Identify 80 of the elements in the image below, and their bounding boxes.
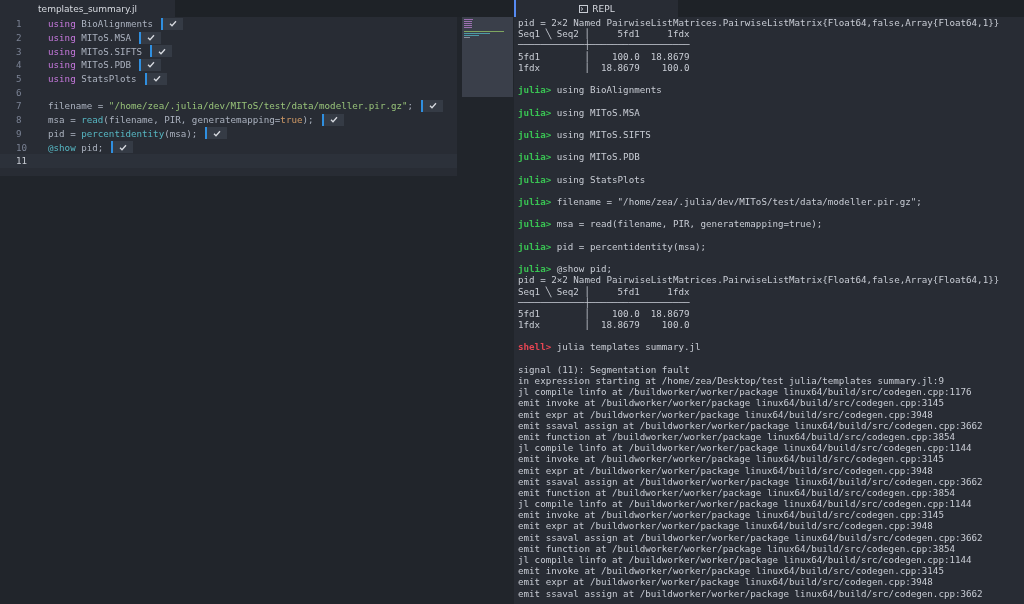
repl-output: emit function at /buildworker/worker/package linux64/build/src/codegen.cpp:3854 xyxy=(518,542,955,554)
line-number: 2 xyxy=(15,32,23,44)
repl-tab[interactable]: REPL xyxy=(514,0,678,17)
repl-line: julia> using MIToS.MSA xyxy=(518,106,641,118)
inline-result-badge[interactable] xyxy=(321,113,344,126)
repl-output: emit ssaval assign at /buildworker/worker/package linux64/build/src/codegen.cpp:3662 xyxy=(518,531,984,543)
repl-output: 5fd1 │ 100.0 18.8679 xyxy=(518,307,691,319)
check-icon xyxy=(429,102,438,110)
line-number: 6 xyxy=(15,86,23,98)
repl-line: julia> using MIToS.PDB xyxy=(518,151,641,163)
repl-line: julia> using BioAlignments xyxy=(518,84,663,96)
inline-result-badge[interactable] xyxy=(161,17,184,30)
inline-result-badge[interactable] xyxy=(205,127,228,140)
repl-output: signal (11): Segmentation fault xyxy=(518,363,691,375)
check-icon xyxy=(169,20,178,28)
repl-output: 1fdx │ 18.8679 100.0 xyxy=(518,319,691,331)
repl-output: emit ssaval assign at /buildworker/worker/package linux64/build/src/codegen.cpp:3662 xyxy=(518,475,984,487)
repl-line: shell> julia templates summary.jl xyxy=(518,341,702,353)
repl-line: julia> using MIToS.SIFTS xyxy=(518,128,652,141)
inline-result-badge[interactable] xyxy=(150,45,173,58)
repl-output: jl compile linfo at /buildworker/worker/package linux64/build/src/codegen.cpp:1144 xyxy=(518,498,973,510)
repl-output: 5fd1 │ 100.0 18.8679 xyxy=(518,50,691,62)
repl-output: 1fdx │ 18.8679 100.0 xyxy=(518,61,691,73)
inline-result-badge[interactable] xyxy=(111,141,134,154)
repl-line: julia> msa = read(filename, PIR, generatemapping=true); xyxy=(518,218,824,230)
inline-result-badge[interactable] xyxy=(421,99,444,112)
inline-result-badge[interactable] xyxy=(139,58,161,71)
line-number: 3 xyxy=(15,45,23,57)
repl-output: pid = 2×2 Named PairwiseListMatrices.PairwiseListMatrix{Float64,false,Array{Float64,1}} xyxy=(518,17,1001,28)
repl-output: ────────────┼────────────────── xyxy=(518,39,691,51)
line-number: 4 xyxy=(15,59,23,71)
repl-output: in expression starting at /home/zea/Desktop/test julia/templates summary.jl:9 xyxy=(518,375,945,387)
repl-output: emit function at /buildworker/worker/package linux64/build/src/codegen.cpp:3854 xyxy=(518,486,955,499)
line-number: 10 xyxy=(15,141,29,153)
code-line: @show pid; xyxy=(48,141,104,153)
code-line: using MIToS.SIFTS xyxy=(48,45,143,57)
code-editor[interactable] xyxy=(0,17,457,176)
minimap-drawing[interactable] xyxy=(462,17,513,97)
repl-output: Seq1 ╲ Seq2 │ 5fd1 1fdx xyxy=(518,28,691,40)
line-number: 7 xyxy=(15,100,23,112)
repl-output: emit invoke at /buildworker/worker/package linux64/build/src/codegen.cpp:3145 xyxy=(518,565,945,577)
check-icon xyxy=(329,116,338,124)
repl-output: jl compile linfo at /buildworker/worker/package linux64/build/src/codegen.cpp:1144 xyxy=(518,442,973,454)
repl-output: jl compile linfo at /buildworker/worker/package linux64/build/src/codegen.cpp:1176 xyxy=(518,386,973,398)
code-line: filename = "/home/zea/.julia/dev/MIToS/test/data/modeller.pir.gz"; xyxy=(48,100,414,112)
repl-line: julia> filename = "/home/zea/.julia/dev/MIToS/test/data/modeller.pir.gz"; xyxy=(518,196,923,208)
line-number: 9 xyxy=(15,127,23,139)
code-line: msa = read(filename, PIR, generatemapping=true); xyxy=(48,114,314,126)
code-line: using BioAlignments xyxy=(48,18,154,30)
code-line: using MIToS.MSA xyxy=(48,32,131,44)
code-line: using StatsPlots xyxy=(48,73,137,85)
line-number: 1 xyxy=(15,18,23,30)
repl-output: emit function at /buildworker/worker/package linux64/build/src/codegen.cpp:3854 xyxy=(518,430,955,443)
repl-output: emit invoke at /buildworker/worker/package linux64/build/src/codegen.cpp:3145 xyxy=(518,397,945,409)
repl-output: emit expr at /buildworker/worker/package linux64/build/src/codegen.cpp:3948 xyxy=(518,464,934,476)
repl-output: ────────────┼────────────────── xyxy=(518,296,691,308)
code-line: pid = percentidentity(msa); xyxy=(48,127,198,139)
repl-output: emit expr at /buildworker/worker/package linux64/build/src/codegen.cpp:3948 xyxy=(518,520,934,532)
line-number: 8 xyxy=(15,114,23,126)
repl-output: emit ssaval assign at /buildworker/worker/package linux64/build/src/codegen.cpp:3662 xyxy=(518,419,984,431)
check-icon xyxy=(213,129,222,137)
repl-output: emit expr at /buildworker/worker/package linux64/build/src/codegen.cpp:3948 xyxy=(518,408,934,420)
inline-result-badge[interactable] xyxy=(139,31,161,44)
repl-output: emit invoke at /buildworker/worker/package linux64/build/src/codegen.cpp:3145 xyxy=(518,509,945,521)
repl-output: emit invoke at /buildworker/worker/package linux64/build/src/codegen.cpp:3145 xyxy=(518,453,945,465)
repl-output: jl compile linfo at /buildworker/worker/package linux64/build/src/codegen.cpp:1144 xyxy=(518,554,973,566)
repl-output: emit expr at /buildworker/worker/package linux64/build/src/codegen.cpp:3948 xyxy=(518,576,934,588)
terminal-icon xyxy=(579,4,589,13)
repl-line: julia> using StatsPlots xyxy=(518,173,647,185)
repl-line: julia> @show pid; xyxy=(518,263,614,275)
line-number: 11 xyxy=(15,155,29,167)
repl-output: emit ssaval assign at /buildworker/worker/package linux64/build/src/codegen.cpp:3662 xyxy=(518,587,984,599)
repl-output: Seq1 ╲ Seq2 │ 5fd1 1fdx xyxy=(518,285,691,297)
repl-line: julia> pid = percentidentity(msa); xyxy=(518,240,708,252)
inline-result-badge[interactable] xyxy=(144,72,167,85)
line-number: 5 xyxy=(15,73,23,85)
repl-output: pid = 2×2 Named PairwiseListMatrices.PairwiseListMatrix{Float64,false,Array{Float64,1}} xyxy=(518,274,1001,286)
code-line: using MIToS.PDB xyxy=(48,59,131,71)
file-tab[interactable]: templates_summary.jl xyxy=(0,0,175,17)
check-icon xyxy=(119,143,128,151)
